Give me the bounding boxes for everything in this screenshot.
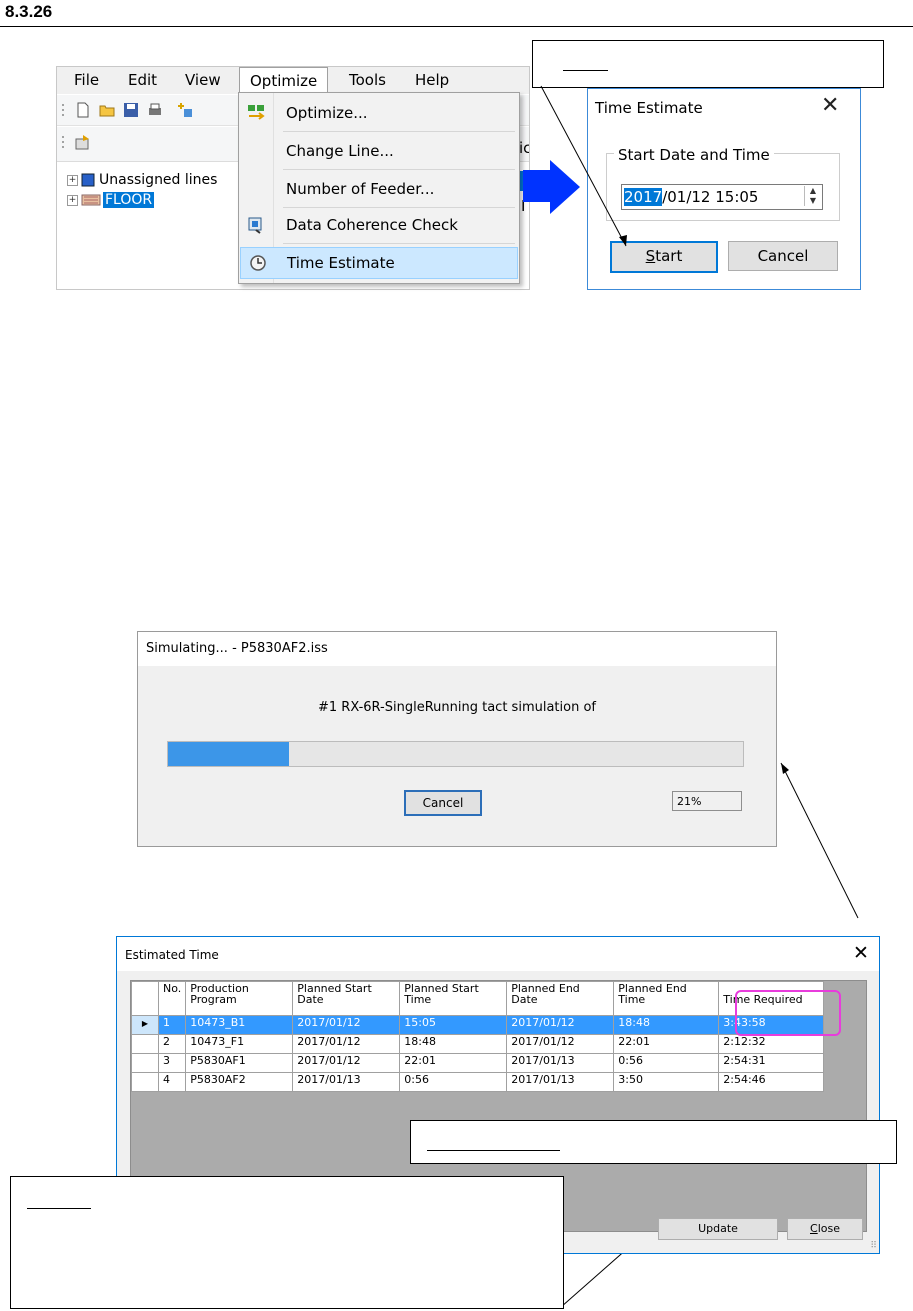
table-cell[interactable]: 2017/01/13: [506, 1053, 615, 1073]
current-row-icon: ▶: [141, 1019, 149, 1028]
progress-fill: [168, 742, 289, 766]
progress-bar: [167, 741, 744, 767]
table-row[interactable]: 4 P5830AF2 2017/01/13 0:56 2017/01/13 3:50 2:5…: [131, 1072, 825, 1092]
table-cell[interactable]: 2: [157, 1034, 187, 1054]
column-header[interactable]: Planned End Time: [613, 981, 720, 1016]
table-cell[interactable]: 2017/01/12: [506, 1015, 615, 1035]
column-header[interactable]: Planned Start Time: [399, 981, 508, 1016]
table-cell[interactable]: 0:56: [399, 1072, 508, 1092]
table-cell[interactable]: 3:50: [613, 1072, 720, 1092]
table-row[interactable]: 3 P5830AF1 2017/01/12 22:01 2017/01/13 0:56 2:…: [131, 1053, 825, 1073]
table-cell[interactable]: 0:56: [613, 1053, 720, 1073]
time-required-highlight: [735, 990, 841, 1036]
dialog-titlebar: Estimated Time: [117, 937, 879, 971]
estimate-table: No. Production Program Planned Start Dat…: [131, 981, 825, 1092]
table-cell[interactable]: 18:48: [613, 1015, 720, 1035]
table-cell[interactable]: 2:54:31: [718, 1053, 825, 1073]
row-header[interactable]: [131, 1034, 159, 1054]
table-row[interactable]: ▶ 1 10473_B1 2017/01/12 15:05 2017/01/12 18:48…: [131, 1015, 825, 1035]
dialog-title: Simulating... - P5830AF2.iss: [146, 641, 328, 656]
table-cell[interactable]: 2017/01/12: [292, 1015, 401, 1035]
table-header-row: No. Production Program Planned Start Dat…: [131, 981, 825, 1016]
simulation-message: #1 RX-6R-SingleRunning tact simulation o…: [318, 700, 596, 715]
table-row[interactable]: 2 10473_F1 2017/01/12 18:48 2017/01/12 22:01 2…: [131, 1034, 825, 1054]
row-header[interactable]: ▶: [131, 1015, 159, 1035]
table-cell[interactable]: 15:05: [399, 1015, 508, 1035]
table-cell[interactable]: 2017/01/12: [506, 1034, 615, 1054]
callout-underline: [427, 1150, 560, 1151]
table-cell[interactable]: P5830AF2: [185, 1072, 294, 1092]
close-button[interactable]: Close: [787, 1218, 863, 1240]
column-header[interactable]: Planned Start Date: [292, 981, 401, 1016]
table-cell[interactable]: 10473_B1: [185, 1015, 294, 1035]
row-header[interactable]: [131, 1072, 159, 1092]
column-header[interactable]: No.: [157, 981, 187, 1016]
table-cell[interactable]: 4: [157, 1072, 187, 1092]
button-label: lose: [817, 1222, 840, 1235]
table-cell[interactable]: P5830AF1: [185, 1053, 294, 1073]
dialog-title: Estimated Time: [125, 948, 219, 962]
column-header[interactable]: Planned End Date: [506, 981, 615, 1016]
table-cell[interactable]: 2:54:46: [718, 1072, 825, 1092]
row-header[interactable]: [131, 1053, 159, 1073]
callout-time-required: [410, 1120, 897, 1164]
dialog-titlebar: Simulating... - P5830AF2.iss: [138, 632, 776, 666]
callout-underline: [27, 1208, 91, 1209]
simulating-dialog: Simulating... - P5830AF2.iss #1 RX-6R-Si…: [137, 631, 777, 847]
callout-update: [10, 1176, 564, 1309]
table-cell[interactable]: 22:01: [613, 1034, 720, 1054]
close-icon[interactable]: ✕: [853, 942, 869, 964]
table-cell[interactable]: 2:12:32: [718, 1034, 825, 1054]
mnemonic: C: [810, 1222, 818, 1235]
row-header-corner: [131, 981, 159, 1016]
resize-grip-icon[interactable]: ⠿: [870, 1241, 877, 1251]
update-button[interactable]: Update: [658, 1218, 778, 1240]
table-cell[interactable]: 2017/01/12: [292, 1053, 401, 1073]
table-cell[interactable]: 2017/01/13: [292, 1072, 401, 1092]
table-cell[interactable]: 3: [157, 1053, 187, 1073]
table-cell[interactable]: 18:48: [399, 1034, 508, 1054]
table-cell[interactable]: 2017/01/13: [506, 1072, 615, 1092]
table-cell[interactable]: 10473_F1: [185, 1034, 294, 1054]
column-header[interactable]: Production Program: [185, 981, 294, 1016]
table-cell[interactable]: 2017/01/12: [292, 1034, 401, 1054]
cancel-button[interactable]: Cancel: [404, 790, 482, 816]
progress-percent: 21%: [672, 791, 742, 811]
table-cell[interactable]: 22:01: [399, 1053, 508, 1073]
table-cell[interactable]: 1: [157, 1015, 187, 1035]
